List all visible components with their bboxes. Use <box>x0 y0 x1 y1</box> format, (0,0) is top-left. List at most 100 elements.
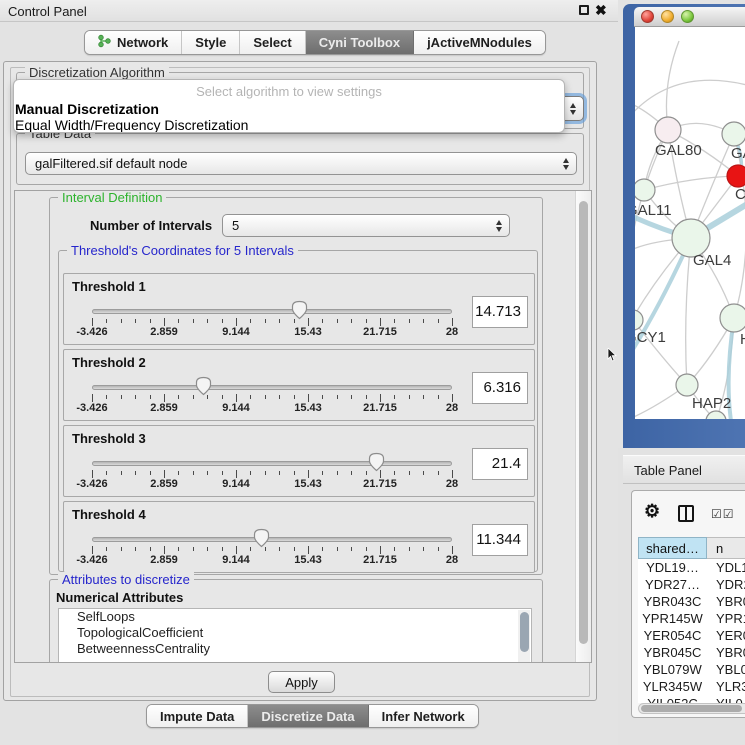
threshold-slider-thumb[interactable] <box>291 300 308 320</box>
column-header-shared[interactable]: shared… <box>638 537 707 559</box>
threshold-value-field[interactable]: 21.4 <box>472 448 528 480</box>
slider-tick <box>106 471 107 475</box>
slider-axis-label: 28 <box>446 554 458 566</box>
threshold-slider-track[interactable] <box>92 537 452 542</box>
table-cell-name[interactable]: YPR1 <box>707 610 745 627</box>
slider-tick <box>279 319 280 323</box>
threshold-label: Threshold 3 <box>72 431 146 446</box>
slider-tick <box>322 395 323 399</box>
settings-scrollbar-thumb[interactable] <box>579 201 588 644</box>
network-window-titlebar[interactable] <box>634 7 745 27</box>
tab-infer-network[interactable]: Infer Network <box>369 705 478 727</box>
threshold-value-field[interactable]: 11.344 <box>472 524 528 556</box>
table-row[interactable]: YLR345WYLR3 <box>638 678 745 695</box>
threshold-panel: Threshold 3-3.4262.8599.14415.4321.71528… <box>63 425 535 497</box>
GAL11-node[interactable] <box>635 179 655 201</box>
thresholds-group: Threshold's Coordinates for 5 Intervals … <box>58 250 538 572</box>
table-row[interactable]: YER054CYER0 <box>638 627 745 644</box>
network-edge[interactable] <box>644 176 738 190</box>
table-row[interactable]: YDL19…YDL1 <box>638 559 745 576</box>
tab-network[interactable]: Network <box>85 31 182 54</box>
table-cell-shared[interactable]: YDR27… <box>638 576 707 593</box>
H-node[interactable] <box>720 304 745 332</box>
table-row[interactable]: YDR27…YDR2 <box>638 576 745 593</box>
table-scrollbar-thumb[interactable] <box>641 705 742 712</box>
slider-tick <box>351 471 352 475</box>
threshold-slider-thumb[interactable] <box>253 528 270 548</box>
network-edge[interactable] <box>635 80 745 117</box>
GCY1-node[interactable] <box>635 310 643 330</box>
attribute-list-item[interactable]: SelfLoops <box>59 609 531 625</box>
table-cell-shared[interactable]: YER054C <box>638 627 707 644</box>
table-row[interactable]: YBR043CYBR0 <box>638 593 745 610</box>
network-graph[interactable]: GAL80GACGAL11GAL4GCY1HHAP2 <box>635 27 745 419</box>
numerical-attributes-list[interactable]: SelfLoopsTopologicalCoefficientBetweenne… <box>58 608 532 663</box>
tab-jactivemnodules[interactable]: jActiveMNodules <box>414 31 545 54</box>
table-cell-name[interactable]: YDR2 <box>707 576 745 593</box>
threshold-value-field[interactable]: 6.316 <box>472 372 528 404</box>
tab-impute-data[interactable]: Impute Data <box>147 705 248 727</box>
attributes-scrollbar-thumb[interactable] <box>520 612 529 652</box>
combo-stepper-icon <box>563 153 569 174</box>
table-cell-shared[interactable]: YLR345W <box>638 678 707 695</box>
close-icon[interactable]: ✖ <box>595 2 607 19</box>
table-cell-name[interactable]: YER0 <box>707 627 745 644</box>
minimize-traffic-light-icon[interactable] <box>661 10 674 23</box>
clipped-bottom-node[interactable] <box>706 411 726 419</box>
attribute-list-item[interactable]: BetweennessCentrality <box>59 641 531 657</box>
GAL80-node[interactable] <box>655 117 681 143</box>
table-cell-name[interactable]: YBL0 <box>707 661 745 678</box>
table-cell-shared[interactable]: YBR043C <box>638 593 707 610</box>
table-cell-shared[interactable]: YPR145W <box>638 610 707 627</box>
tab-select[interactable]: Select <box>240 31 305 54</box>
table-cell-name[interactable]: YDL1 <box>707 559 745 576</box>
table-data-combobox[interactable]: galFiltered.sif default node <box>25 152 577 175</box>
gear-icon[interactable]: ⚙ <box>644 501 660 522</box>
table-row[interactable]: YBL079WYBL0 <box>638 661 745 678</box>
settings-vertical-scrollbar[interactable] <box>575 191 591 662</box>
tab-cyni-toolbox[interactable]: Cyni Toolbox <box>306 31 414 54</box>
control-panel-titlebar: Control Panel ✖ <box>0 0 618 22</box>
control-panel-title: Control Panel <box>8 4 87 19</box>
network-canvas[interactable]: GAL80GACGAL11GAL4GCY1HHAP2 <box>635 27 745 419</box>
algorithm-placeholder-option[interactable]: Select algorithm to view settings <box>14 83 564 101</box>
checkbox-icons[interactable]: ☑☑ <box>711 507 735 521</box>
table-row[interactable]: YPR145WYPR1 <box>638 610 745 627</box>
table-horizontal-scrollbar[interactable] <box>638 703 745 714</box>
HAP2-node[interactable] <box>676 374 698 396</box>
column-header-name[interactable]: n <box>707 537 745 559</box>
table-row[interactable]: YIL052CYIL0 <box>638 695 745 703</box>
table-cell-shared[interactable]: YDL19… <box>638 559 707 576</box>
network-edge[interactable] <box>686 238 691 385</box>
attributes-scrollbar[interactable] <box>518 610 530 663</box>
table-row[interactable]: YBR045CYBR0 <box>638 644 745 661</box>
zoom-traffic-light-icon[interactable] <box>681 10 694 23</box>
apply-button[interactable]: Apply <box>268 671 335 693</box>
attribute-list-item[interactable]: TopologicalCoefficient <box>59 625 531 641</box>
table-cell-shared[interactable]: YBL079W <box>638 661 707 678</box>
threshold-slider-track[interactable] <box>92 309 452 314</box>
table-cell-shared[interactable]: YIL052C <box>638 695 707 703</box>
float-window-icon[interactable] <box>579 5 589 15</box>
algorithm-option-manual[interactable]: Manual Discretization <box>14 101 564 117</box>
threshold-slider-track[interactable] <box>92 385 452 390</box>
threshold-slider-thumb[interactable] <box>368 452 385 472</box>
algorithm-option-equal-width[interactable]: Equal Width/Frequency Discretization <box>14 117 564 133</box>
table-cell-name[interactable]: YLR3 <box>707 678 745 695</box>
split-column-icon[interactable] <box>678 505 694 522</box>
close-traffic-light-icon[interactable] <box>641 10 654 23</box>
table-cell-name[interactable]: YBR0 <box>707 644 745 661</box>
red-node[interactable] <box>727 165 745 187</box>
slider-tick <box>250 319 251 323</box>
tab-discretize-data[interactable]: Discretize Data <box>248 705 368 727</box>
number-of-intervals-combobox[interactable]: 5 <box>222 214 510 237</box>
threshold-slider-thumb[interactable] <box>195 376 212 396</box>
clipped-top-right-node[interactable] <box>722 122 745 146</box>
threshold-value-field[interactable]: 14.713 <box>472 296 528 328</box>
tab-style[interactable]: Style <box>182 31 240 54</box>
table-cell-name[interactable]: YBR0 <box>707 593 745 610</box>
slider-tick <box>308 470 309 478</box>
table-cell-shared[interactable]: YBR045C <box>638 644 707 661</box>
table-cell-name[interactable]: YIL0 <box>707 695 745 703</box>
threshold-slider-track[interactable] <box>92 461 452 466</box>
